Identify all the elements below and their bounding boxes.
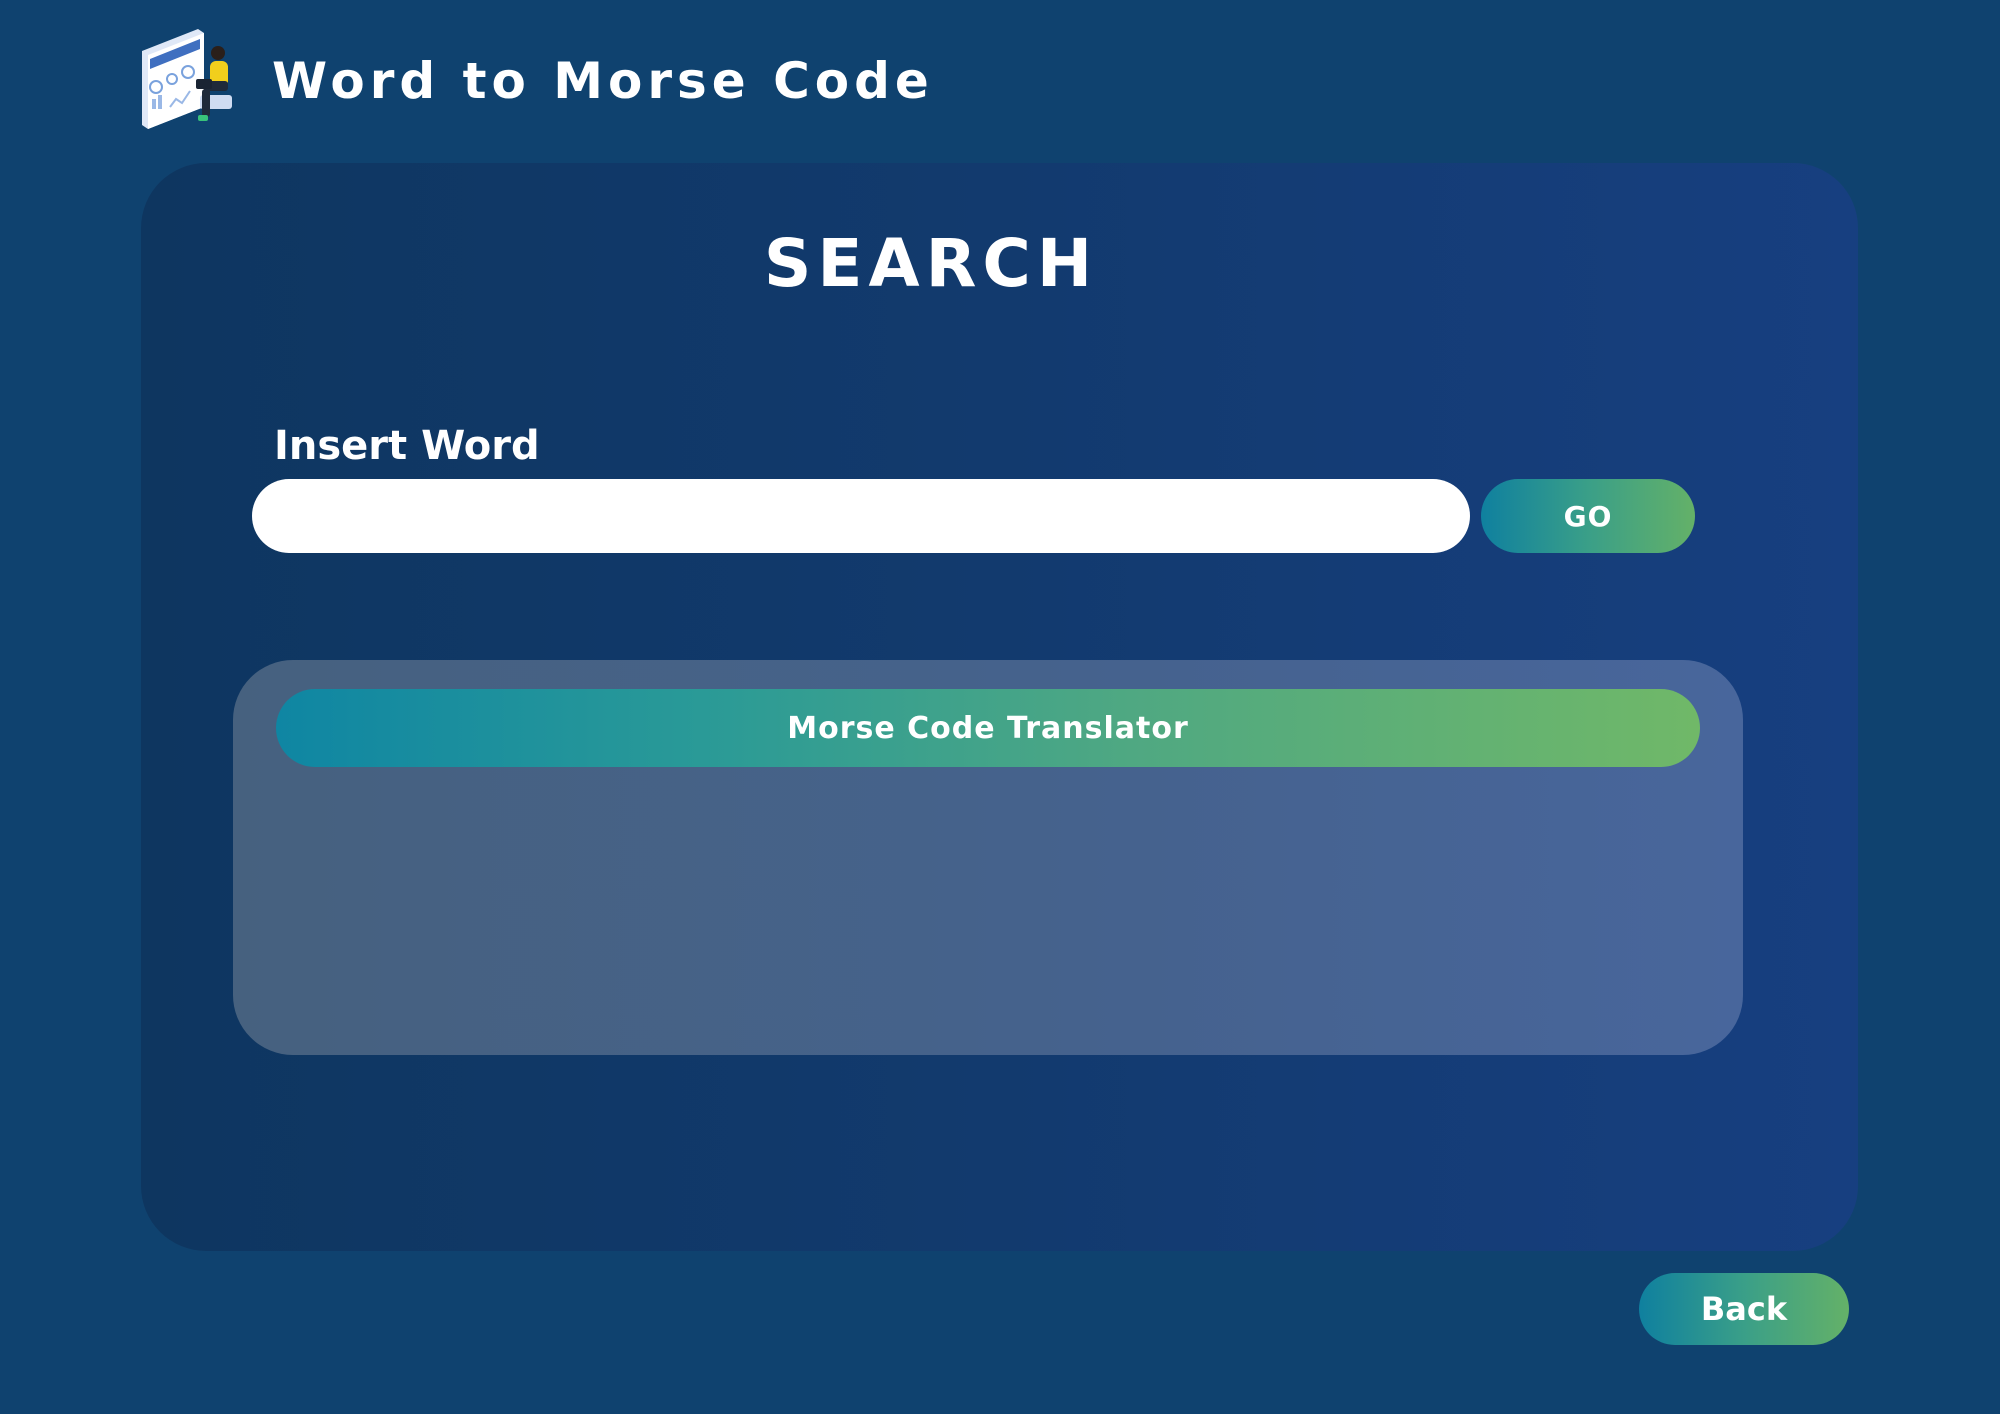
go-button[interactable]: GO bbox=[1481, 479, 1695, 553]
search-heading: SEARCH bbox=[763, 225, 1099, 302]
app-title: Word to Morse Code bbox=[272, 52, 934, 110]
dashboard-person-illustration-icon bbox=[138, 29, 238, 133]
result-header: Morse Code Translator bbox=[276, 689, 1700, 767]
search-card: SEARCH Insert Word GO Morse Code Transla… bbox=[141, 163, 1858, 1251]
app-header: Word to Morse Code bbox=[138, 26, 934, 136]
insert-word-label: Insert Word bbox=[274, 423, 540, 469]
result-panel: Morse Code Translator bbox=[233, 660, 1743, 1055]
word-input[interactable] bbox=[252, 479, 1470, 553]
back-button[interactable]: Back bbox=[1639, 1273, 1849, 1345]
morse-output bbox=[293, 790, 1683, 1020]
